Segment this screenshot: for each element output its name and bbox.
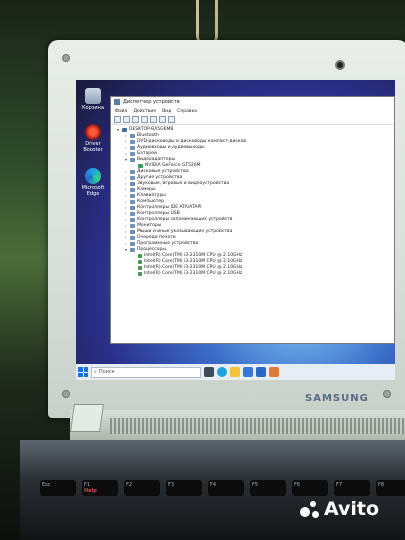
- device-icon: [130, 224, 135, 228]
- key-label: F4: [210, 482, 217, 488]
- device-icon: [130, 176, 135, 180]
- tree-node[interactable]: Intel(R) Core(TM) i3-2310M CPU @ 2.10GHz: [117, 271, 394, 277]
- scan-hardware-icon[interactable]: [159, 116, 166, 123]
- task-view-icon[interactable]: [204, 367, 214, 377]
- keyboard-key: F7: [334, 480, 370, 496]
- device-icon: [130, 140, 135, 144]
- lid-screw: [62, 54, 70, 62]
- device-icon: [130, 182, 135, 186]
- device-icon: [130, 188, 135, 192]
- keyboard-key: F8: [376, 480, 405, 496]
- window-title: Диспетчер устройств: [123, 99, 180, 105]
- menu-action[interactable]: Действие: [133, 109, 156, 114]
- avito-watermark: Avito: [300, 498, 379, 520]
- lid-screw: [383, 390, 391, 398]
- device-icon: [122, 128, 127, 132]
- avito-logo-icon: [300, 499, 320, 519]
- desktop-icon-edge[interactable]: Microsoft Edge: [78, 168, 108, 197]
- device-icon: [130, 236, 135, 240]
- store-icon[interactable]: [243, 367, 253, 377]
- key-label: F7: [336, 482, 343, 488]
- speaker-grille: [110, 418, 405, 434]
- explorer-icon[interactable]: [230, 367, 240, 377]
- key-label: F8: [378, 482, 385, 488]
- back-icon[interactable]: [114, 116, 121, 123]
- photos-icon[interactable]: [269, 367, 279, 377]
- device-icon: [130, 218, 135, 222]
- keyboard-key: F5: [250, 480, 286, 496]
- keyboard-key: Esc: [40, 480, 76, 496]
- key-label: F6: [294, 482, 301, 488]
- menu-file[interactable]: Файл: [115, 109, 127, 114]
- key-label: F3: [168, 482, 175, 488]
- screen: Корзина Driver Booster Microsoft Edge Ди…: [76, 80, 395, 380]
- key-label: Esc: [42, 482, 51, 488]
- keyboard-key: F2: [124, 480, 160, 496]
- device-manager-window[interactable]: Диспетчер устройств Файл Действие Вид Сп…: [110, 96, 395, 344]
- webcam: [335, 60, 345, 70]
- driver-booster-icon: [85, 124, 101, 140]
- device-icon: [138, 164, 143, 168]
- desktop-icon-label: Корзина: [81, 105, 105, 111]
- device-icon: [130, 170, 135, 174]
- desktop-icon-label: Driver Booster: [83, 141, 103, 153]
- brand-logo: SAMSUNG: [305, 393, 369, 404]
- device-icon: [130, 212, 135, 216]
- window-titlebar[interactable]: Диспетчер устройств: [111, 97, 394, 107]
- device-icon: [138, 260, 142, 264]
- menu-view[interactable]: Вид: [162, 109, 171, 114]
- key-label: F2: [126, 482, 133, 488]
- device-icon: [130, 146, 135, 150]
- device-icon: [130, 152, 135, 156]
- start-button[interactable]: [78, 367, 88, 377]
- key-label: F5: [252, 482, 259, 488]
- tree-node-label: Intel(R) Core(TM) i3-2310M CPU @ 2.10GHz: [144, 271, 243, 276]
- keyboard-key: F6: [292, 480, 328, 496]
- device-icon: [130, 248, 135, 252]
- menu-bar: Файл Действие Вид Справка: [111, 107, 394, 115]
- toolbar: [111, 115, 394, 125]
- device-icon: [130, 200, 135, 204]
- desktop-icon-recycle-bin[interactable]: Корзина: [78, 88, 108, 111]
- lid-screw: [62, 390, 70, 398]
- keyboard-key: F4: [208, 480, 244, 496]
- watermark-text: Avito: [324, 498, 380, 520]
- device-icon: [130, 206, 135, 210]
- device-icon: [138, 272, 142, 276]
- search-icon: ⌕: [94, 369, 97, 375]
- properties-icon[interactable]: [141, 116, 148, 123]
- desktop-icon-label: Microsoft Edge: [81, 185, 105, 197]
- mail-icon[interactable]: [256, 367, 266, 377]
- monitor-icon[interactable]: [168, 116, 175, 123]
- tree-view-icon[interactable]: [132, 116, 139, 123]
- taskbar: ⌕ Поиск: [76, 364, 395, 380]
- menu-help[interactable]: Справка: [177, 109, 197, 114]
- search-placeholder: Поиск: [98, 369, 115, 375]
- device-icon: [130, 134, 135, 138]
- device-icon: [130, 158, 135, 162]
- edge-icon: [85, 168, 101, 184]
- device-icon: [138, 254, 142, 258]
- device-tree: ▾ DESKTOP-BA5G6MB › Bluetooth › DVD-дисководы…: [111, 125, 394, 277]
- help-icon[interactable]: [150, 116, 157, 123]
- keyboard-deck: Esc F1 Help F2 F3 F4 F5 F6 F7 F8: [20, 440, 405, 540]
- device-icon: [130, 242, 135, 246]
- keyboard-key: F1 Help: [82, 480, 118, 496]
- power-cable: [196, 0, 218, 44]
- device-icon: [130, 230, 135, 234]
- hinge-clip: [70, 404, 104, 432]
- desktop-icon-driver-booster[interactable]: Driver Booster: [78, 124, 108, 153]
- device-icon: [130, 194, 135, 198]
- forward-icon[interactable]: [123, 116, 130, 123]
- device-manager-icon: [114, 99, 120, 105]
- taskbar-search[interactable]: ⌕ Поиск: [91, 366, 201, 378]
- key-sublabel: Help: [84, 488, 97, 494]
- recycle-bin-icon: [85, 88, 101, 104]
- keyboard-key: F3: [166, 480, 202, 496]
- device-icon: [138, 266, 142, 270]
- edge-icon[interactable]: [217, 367, 227, 377]
